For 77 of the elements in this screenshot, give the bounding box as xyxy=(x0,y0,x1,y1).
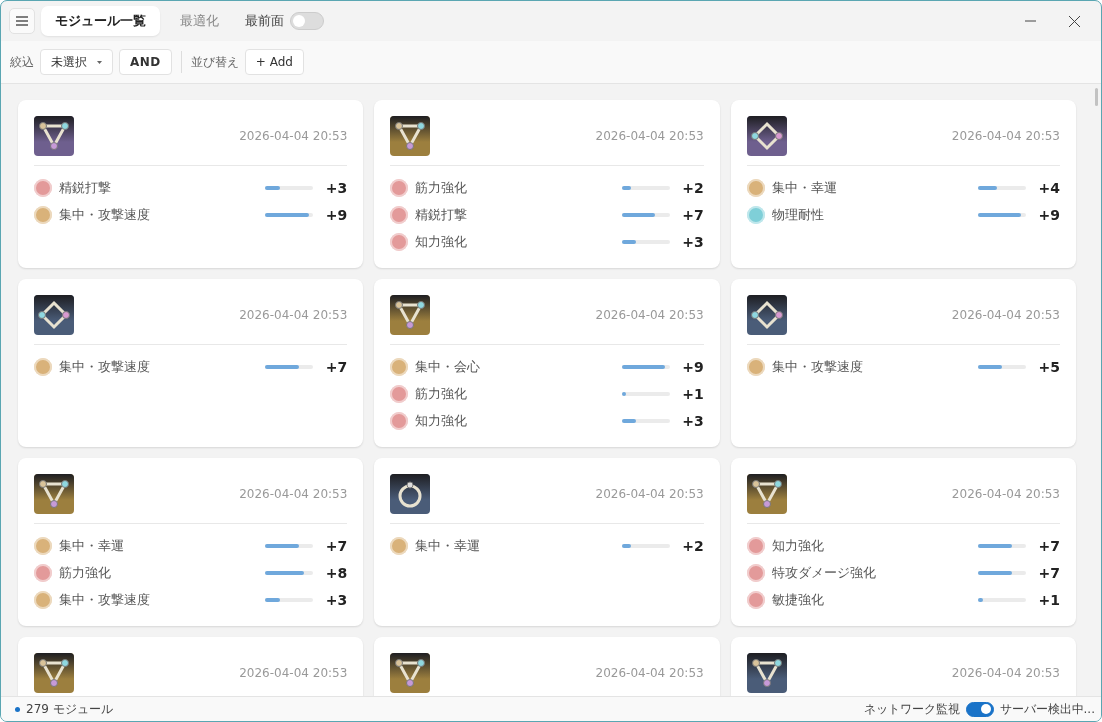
card-date: 2026-04-04 20:53 xyxy=(951,487,1060,501)
minimize-icon xyxy=(1024,20,1036,22)
network-label: ネットワーク監視 xyxy=(863,700,960,718)
stat-name: 集中・攻撃速度 xyxy=(59,590,151,609)
stat-value: +1 xyxy=(1037,591,1060,608)
module-card[interactable]: 2026-04-04 20:53 集中・攻撃速度 +5 xyxy=(730,279,1076,447)
card-date: 2026-04-04 20:53 xyxy=(595,487,704,501)
stat-value: +3 xyxy=(681,412,704,429)
stat-name: 集中・幸運 xyxy=(771,178,838,197)
card-date: 2026-04-04 20:53 xyxy=(239,487,348,501)
stat-name: 知力強化 xyxy=(415,411,469,430)
and-button[interactable]: AND xyxy=(119,49,172,75)
close-icon xyxy=(1068,15,1080,27)
stat-name: 集中・攻撃速度 xyxy=(59,205,151,224)
card-date: 2026-04-04 20:53 xyxy=(595,308,704,322)
card-date: 2026-04-04 20:53 xyxy=(239,666,348,680)
stat-name: 精鋭打撃 xyxy=(59,178,112,197)
module-card[interactable]: 2026-04-04 20:53 集中・攻撃速度 +7 xyxy=(18,279,364,447)
menu-icon xyxy=(16,16,28,26)
menu-button[interactable] xyxy=(9,8,35,34)
stat-name: 精鋭打撃 xyxy=(415,205,469,224)
stat-name: 集中・攻撃速度 xyxy=(771,357,864,376)
stat-name: 筋力強化 xyxy=(415,178,469,197)
stat-name: 知力強化 xyxy=(415,232,469,251)
module-card[interactable]: 2026-04-04 20:53 筋力強化 +2 精鋭打撃 +7 知力強化 +3 xyxy=(374,100,720,268)
stat-name: 集中・会心 xyxy=(415,357,482,376)
stat-value: +9 xyxy=(1037,206,1060,223)
stat-value: +7 xyxy=(1037,537,1060,554)
stat-name: 敏捷強化 xyxy=(771,590,825,609)
stat-name: 集中・幸運 xyxy=(415,536,482,555)
stat-value: +5 xyxy=(1037,358,1060,375)
stat-value: +9 xyxy=(324,206,348,223)
stat-value: +3 xyxy=(324,179,348,196)
stat-value: +8 xyxy=(324,564,348,581)
stat-name: 筋力強化 xyxy=(415,384,469,403)
stat-name: 知力強化 xyxy=(771,536,825,555)
card-date: 2026-04-04 20:53 xyxy=(595,129,704,143)
module-card[interactable]: 2026-04-04 20:53 精鋭打撃 +3 集中・攻撃速度 +9 xyxy=(18,100,364,268)
stat-value: +3 xyxy=(681,233,704,250)
stat-value: +2 xyxy=(681,179,704,196)
tab[interactable]: モジュール一覧 xyxy=(41,6,160,36)
stat-value: +4 xyxy=(1037,179,1060,196)
stat-name: 筋力強化 xyxy=(59,563,112,582)
status-dot xyxy=(15,706,20,712)
card-date: 2026-04-04 20:53 xyxy=(239,129,348,143)
filter-dropdown[interactable]: 未選択 xyxy=(40,49,113,75)
card-date: 2026-04-04 20:53 xyxy=(951,129,1060,143)
filter-label: 絞込 xyxy=(10,53,34,71)
module-card[interactable]: 2026-04-04 20:53 集中・幸運 +4 物理耐性 +9 xyxy=(730,100,1076,268)
sort-label: 並び替え xyxy=(190,53,239,71)
card-date: 2026-04-04 20:53 xyxy=(239,308,348,322)
module-count: 279 モジュール xyxy=(26,700,113,718)
module-card[interactable]: 2026-04-04 20:53 集中・幸運 +7 筋力強化 +8 集中・攻撃速度 +3 xyxy=(18,458,364,626)
stat-name: 物理耐性 xyxy=(771,205,825,224)
stat-value: +3 xyxy=(324,591,348,608)
module-card[interactable]: 2026-04-04 20:53 知力強化 +7 特攻ダメージ強化 +7 敏捷強化 +1 xyxy=(730,458,1076,626)
stat-value: +7 xyxy=(324,537,348,554)
stat-value: +7 xyxy=(324,358,348,375)
card-date: 2026-04-04 20:53 xyxy=(595,666,704,680)
server-status: サーバー検出中... xyxy=(999,700,1095,718)
add-button[interactable]: + Add xyxy=(244,49,304,75)
stat-value: +2 xyxy=(681,537,704,554)
toggle-switch[interactable] xyxy=(965,701,994,717)
stat-value: +9 xyxy=(681,358,704,375)
card-date: 2026-04-04 20:53 xyxy=(951,666,1060,680)
stat-name: 集中・攻撃速度 xyxy=(59,357,151,376)
stat-value: +1 xyxy=(681,385,704,402)
stat-name: 特攻ダメージ強化 xyxy=(771,563,877,582)
module-card[interactable]: 2026-04-04 20:53 集中・会心 +9 筋力強化 +1 知力強化 +3 xyxy=(374,279,720,447)
pin-label: 最前面 xyxy=(245,12,284,30)
module-card[interactable]: 2026-04-04 20:53 集中・幸運 +2 xyxy=(374,458,720,626)
stat-value: +7 xyxy=(681,206,704,223)
stat-value: +7 xyxy=(1037,564,1060,581)
card-date: 2026-04-04 20:53 xyxy=(951,308,1060,322)
scrollbar-thumb[interactable] xyxy=(1095,88,1098,106)
stat-name: 集中・幸運 xyxy=(59,536,125,555)
caret-icon xyxy=(97,60,102,64)
